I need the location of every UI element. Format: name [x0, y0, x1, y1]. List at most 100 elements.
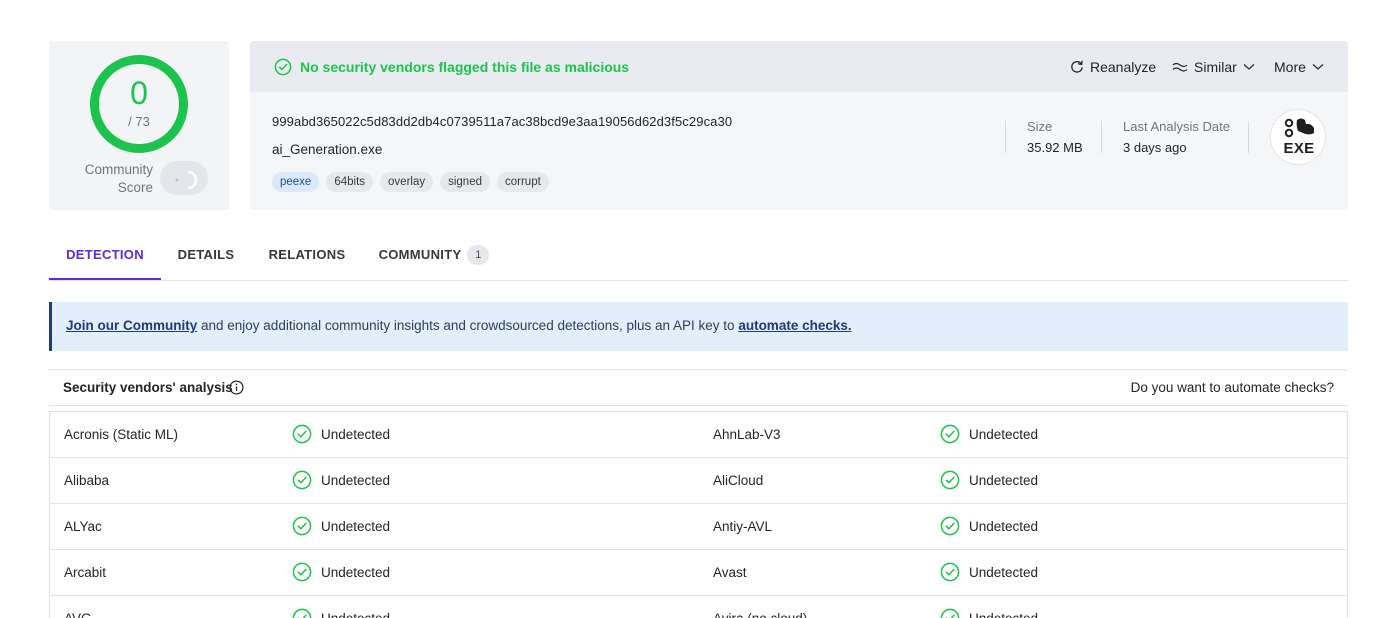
check-circle-icon: [292, 470, 312, 490]
check-circle-icon: [292, 608, 312, 618]
result-label: Undetected: [969, 564, 1039, 580]
automate-checks-link[interactable]: automate checks.: [738, 318, 851, 333]
file-name: ai_Generation.exe: [272, 142, 383, 157]
result-label: Undetected: [321, 610, 391, 618]
tab-community[interactable]: COMMUNITY 1: [371, 236, 497, 280]
vendor-name: Avast: [713, 565, 747, 580]
vendor-name: AhnLab-V3: [713, 427, 781, 442]
table-row: Acronis (Static ML) Undetected AhnLab-V3 Un…: [50, 412, 1347, 458]
banner-text: and enjoy additional community insights …: [197, 318, 739, 333]
chevron-down-icon: [1243, 64, 1255, 70]
check-circle-icon: [940, 608, 960, 618]
date-value: 3 days ago: [1123, 140, 1187, 155]
vendor-result: Undetected: [940, 562, 1038, 582]
last-analysis-date: Last Analysis Date 3 days ago: [1123, 118, 1230, 156]
result-label: Undetected: [321, 472, 391, 488]
community-count-badge: 1: [467, 245, 490, 265]
check-circle-icon: [940, 470, 960, 490]
file-hash[interactable]: 999abd365022c5d83dd2db4c0739511a7ac38bcd…: [272, 114, 732, 129]
vendor-result: Undetected: [940, 424, 1038, 444]
result-label: Undetected: [969, 518, 1039, 534]
automate-checks-prompt[interactable]: Do you want to automate checks?: [1131, 380, 1334, 395]
file-type-label: EXE: [1283, 140, 1315, 157]
vendor-name: AVG: [64, 611, 92, 618]
file-tags: peexe 64bits overlay signed corrupt: [272, 172, 549, 192]
tab-community-label: COMMUNITY: [378, 247, 462, 262]
vendor-result: Undetected: [940, 516, 1038, 536]
reanalyze-label: Reanalyze: [1090, 59, 1157, 75]
vendor-name: AliCloud: [713, 473, 764, 488]
result-label: Undetected: [321, 564, 391, 580]
table-row: ALYac Undetected Antiy-AVL Undetected: [50, 504, 1347, 550]
tag-signed[interactable]: signed: [440, 172, 490, 192]
reanalyze-button[interactable]: Reanalyze: [1070, 57, 1156, 77]
vendor-name: ALYac: [64, 519, 102, 534]
result-label: Undetected: [969, 426, 1039, 442]
divider: [1248, 121, 1249, 153]
refresh-icon: [1071, 60, 1083, 73]
tag-64bits[interactable]: 64bits: [326, 172, 374, 192]
vendor-name: Acronis (Static ML): [64, 427, 179, 442]
date-label: Last Analysis Date: [1123, 119, 1230, 134]
tab-relations[interactable]: RELATIONS: [263, 236, 351, 280]
table-row: Alibaba Undetected AliCloud Undetected: [50, 458, 1347, 504]
table-row: Arcabit Undetected Avast Undetected: [50, 550, 1347, 596]
detection-score-card: 0 / 73 Community Score: [49, 41, 229, 210]
check-circle-icon: [274, 58, 292, 76]
vendor-result: Undetected: [292, 470, 390, 490]
file-type-badge: EXE: [1270, 109, 1326, 165]
status-bar: No security vendors flagged this file as…: [250, 41, 1348, 92]
vendor-table: Acronis (Static ML) Undetected AhnLab-V3 Un…: [49, 411, 1348, 618]
tab-details[interactable]: DETAILS: [169, 236, 243, 280]
detection-count: 0: [130, 75, 148, 111]
vendor-name: Antiy-AVL: [713, 519, 773, 534]
result-label: Undetected: [969, 472, 1039, 488]
community-score-toggle[interactable]: [160, 161, 208, 195]
result-label: Undetected: [969, 610, 1039, 618]
status-message: No security vendors flagged this file as…: [300, 59, 630, 75]
vendor-result: Undetected: [940, 608, 1038, 618]
result-label: Undetected: [321, 426, 391, 442]
check-circle-icon: [940, 424, 960, 444]
vendor-name: Alibaba: [64, 473, 110, 488]
tab-bar: DETECTION DETAILS RELATIONS COMMUNITY 1: [49, 236, 1348, 281]
tab-detection[interactable]: DETECTION: [49, 236, 161, 280]
community-score-label: Community Score: [84, 162, 153, 195]
file-summary-panel: No security vendors flagged this file as…: [250, 41, 1348, 210]
check-circle-icon: [940, 562, 960, 582]
size-label: Size: [1027, 119, 1053, 134]
file-size: Size 35.92 MB: [1027, 118, 1083, 156]
divider: [1101, 121, 1102, 153]
gears-icon: [1284, 118, 1314, 138]
result-label: Undetected: [321, 518, 391, 534]
join-community-link[interactable]: Join our Community: [66, 318, 197, 333]
check-circle-icon: [292, 562, 312, 582]
tag-overlay[interactable]: overlay: [380, 172, 434, 192]
vendors-header: Security vendors' analysis Do you want t…: [49, 369, 1348, 406]
vendor-name: Arcabit: [64, 565, 107, 580]
vendor-result: Undetected: [292, 516, 390, 536]
check-circle-icon: [292, 516, 312, 536]
size-value: 35.92 MB: [1027, 140, 1083, 155]
chevron-down-icon: [1312, 64, 1324, 70]
similar-icon: [1172, 62, 1188, 72]
info-icon[interactable]: [229, 380, 244, 395]
similar-label: Similar: [1194, 59, 1237, 75]
table-row: AVG Undetected Avira (no cloud) Undetected: [50, 596, 1347, 618]
vendor-name: Avira (no cloud): [713, 611, 807, 618]
community-banner: Join our Community and enjoy additional …: [49, 302, 1348, 351]
check-circle-icon: [292, 424, 312, 444]
tag-peexe[interactable]: peexe: [272, 172, 320, 192]
similar-dropdown[interactable]: Similar: [1172, 57, 1255, 77]
more-dropdown[interactable]: More: [1274, 57, 1324, 77]
more-label: More: [1274, 59, 1306, 75]
tag-corrupt[interactable]: corrupt: [497, 172, 549, 192]
engine-total: / 73: [128, 114, 150, 129]
vendor-result: Undetected: [940, 470, 1038, 490]
divider: [1005, 121, 1006, 153]
check-circle-icon: [940, 516, 960, 536]
vendors-title: Security vendors' analysis: [63, 380, 233, 395]
vendor-result: Undetected: [292, 424, 390, 444]
vendor-result: Undetected: [292, 562, 390, 582]
vendor-result: Undetected: [292, 608, 390, 618]
